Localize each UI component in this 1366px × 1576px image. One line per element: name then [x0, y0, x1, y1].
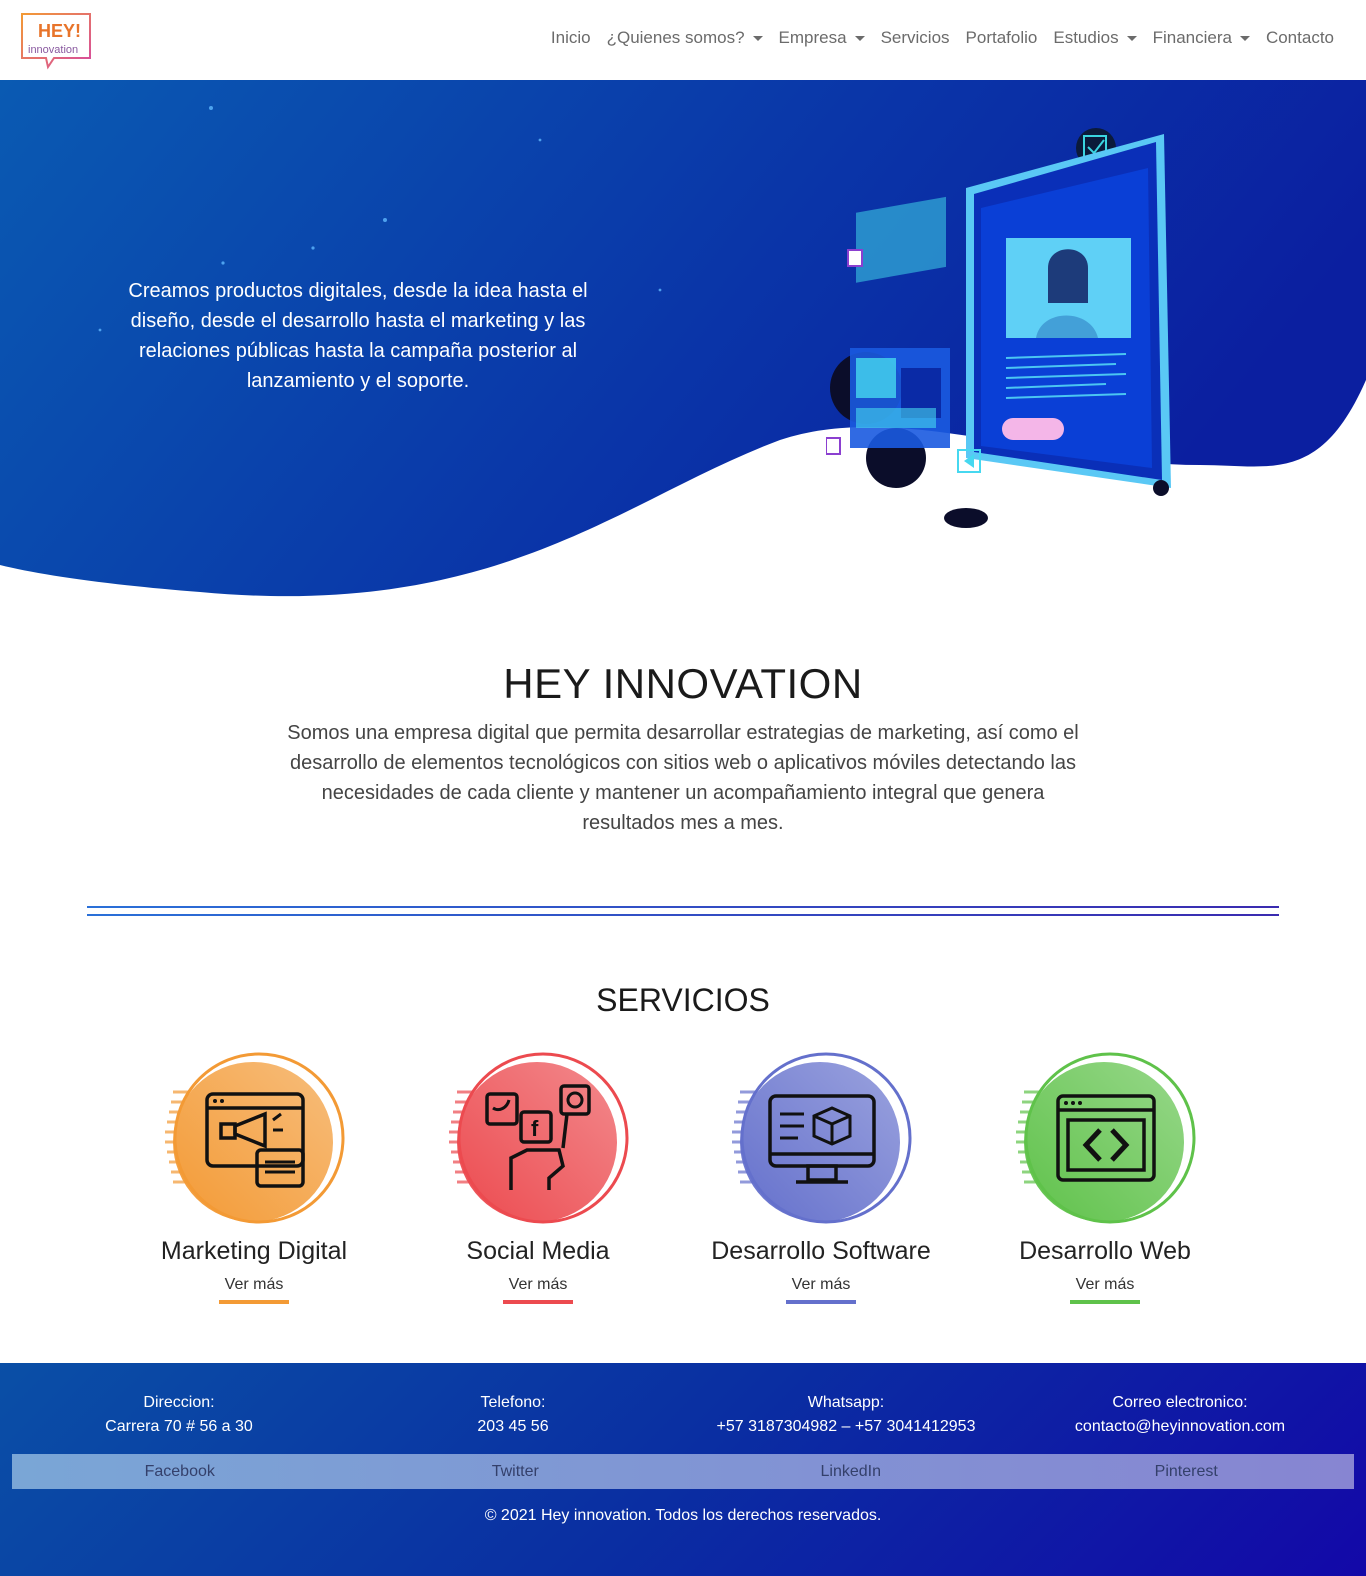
nav-item-estudios[interactable]: Estudios — [1045, 28, 1144, 48]
social-link-facebook[interactable]: Facebook — [12, 1454, 348, 1489]
nav-item-label: Contacto — [1265, 28, 1334, 47]
social-link-linkedin[interactable]: LinkedIn — [683, 1454, 1019, 1489]
nav-item-label: Estudios — [1053, 28, 1119, 47]
social-media-icon: f — [449, 1052, 629, 1224]
copyright: © 2021 Hey innovation. Todos los derecho… — [484, 1507, 882, 1524]
service-name: Social Media — [466, 1237, 610, 1265]
caret-down-icon — [1126, 35, 1137, 41]
footer-info-label: Telefono: — [480, 1394, 546, 1411]
footer-info-correo-electronico: Correo electronico: contacto@heyinnovatio… — [1010, 1391, 1350, 1439]
nav-item-empresa[interactable]: Empresa — [771, 28, 873, 48]
nav-menu: Inicio ¿Quienes somos? Empresa Servicios Por… — [543, 28, 1342, 48]
ver-mas-link[interactable]: Ver más — [785, 1276, 857, 1304]
service-card-social-media: f Social Media Ver más — [398, 1050, 678, 1304]
software-monitor-icon — [732, 1052, 912, 1224]
nav-item-financiera[interactable]: Financiera — [1145, 28, 1258, 48]
nav-item-label: Financiera — [1152, 28, 1232, 47]
service-card-desarrollo-web: Desarrollo Web Ver más — [965, 1050, 1245, 1304]
nav-item-portafolio[interactable]: Portafolio — [958, 28, 1046, 48]
footer-info-telefono: Telefono: 203 45 56 — [343, 1391, 683, 1439]
footer: Direccion: Carrera 70 # 56 a 30 Telefono: 2… — [0, 1363, 1366, 1576]
close-badge-icon — [826, 437, 841, 455]
about-description: Somos una empresa digital que permita de… — [287, 722, 1079, 834]
footer-info-label: Correo electronico: — [1112, 1394, 1248, 1411]
monitor-illustration — [826, 128, 1171, 528]
svg-text:innovation: innovation — [28, 44, 78, 56]
footer-info-label: Whatsapp: — [807, 1394, 885, 1411]
footer-info-whatsapp: Whatsapp: +57 3187304982 – +57 3041412953 — [676, 1391, 1016, 1439]
social-link-pinterest[interactable]: Pinterest — [1019, 1454, 1355, 1489]
section-divider — [87, 906, 1279, 908]
hero-tagline: Creamos productos digitales, desde la id… — [128, 280, 588, 392]
section-divider — [87, 914, 1279, 916]
nav-item-label: Inicio — [550, 28, 591, 47]
footer-info-value[interactable]: 203 45 56 — [343, 1415, 683, 1439]
service-name: Marketing Digital — [160, 1237, 348, 1265]
footer-info-label: Direccion: — [143, 1394, 215, 1411]
nav-item-label: Portafolio — [965, 28, 1038, 47]
footer-info-direccion: Direccion: Carrera 70 # 56 a 30 — [9, 1391, 349, 1439]
services-title: SERVICIOS — [596, 982, 770, 1018]
nav-item-servicios[interactable]: Servicios — [873, 28, 958, 48]
caret-down-icon — [1239, 35, 1250, 41]
nav-item-contacto[interactable]: Contacto — [1258, 28, 1342, 48]
web-code-icon — [1016, 1052, 1196, 1224]
ver-mas-link[interactable]: Ver más — [218, 1276, 290, 1304]
about-title: HEY INNOVATION — [503, 660, 863, 707]
navbar: HEY! innovation Inicio ¿Quienes somos? Emp… — [0, 0, 1366, 80]
service-name: Desarrollo Web — [1019, 1237, 1191, 1265]
ver-mas-link[interactable]: Ver más — [502, 1276, 574, 1304]
service-card-desarrollo-software: Desarrollo Software Ver más — [681, 1050, 961, 1304]
megaphone-icon — [165, 1052, 345, 1224]
social-link-twitter[interactable]: Twitter — [348, 1454, 684, 1489]
hey-innovation-logo[interactable]: HEY! innovation — [18, 10, 94, 70]
nav-item-quienes-somos[interactable]: ¿Quienes somos? — [599, 28, 771, 48]
nav-item-inicio[interactable]: Inicio — [543, 28, 599, 48]
service-name: Desarrollo Software — [711, 1237, 931, 1265]
nav-item-label: ¿Quienes somos? — [606, 28, 745, 47]
nav-item-label: Empresa — [778, 28, 847, 47]
hero-section: Creamos productos digitales, desde la id… — [0, 80, 1366, 610]
service-card-marketing-digital: Marketing Digital Ver más — [114, 1050, 394, 1304]
social-bar: Facebook Twitter LinkedIn Pinterest — [12, 1454, 1354, 1489]
footer-info-value[interactable]: +57 3187304982 – +57 3041412953 — [676, 1415, 1016, 1439]
footer-info-value[interactable]: contacto@heyinnovation.com — [1010, 1415, 1350, 1439]
caret-down-icon — [854, 35, 865, 41]
svg-text:HEY!: HEY! — [38, 21, 81, 41]
ver-mas-link[interactable]: Ver más — [1069, 1276, 1141, 1304]
caret-down-icon — [752, 35, 763, 41]
nav-item-label: Servicios — [880, 28, 950, 47]
footer-info-value: Carrera 70 # 56 a 30 — [105, 1418, 253, 1435]
svg-text:f: f — [531, 1116, 539, 1141]
